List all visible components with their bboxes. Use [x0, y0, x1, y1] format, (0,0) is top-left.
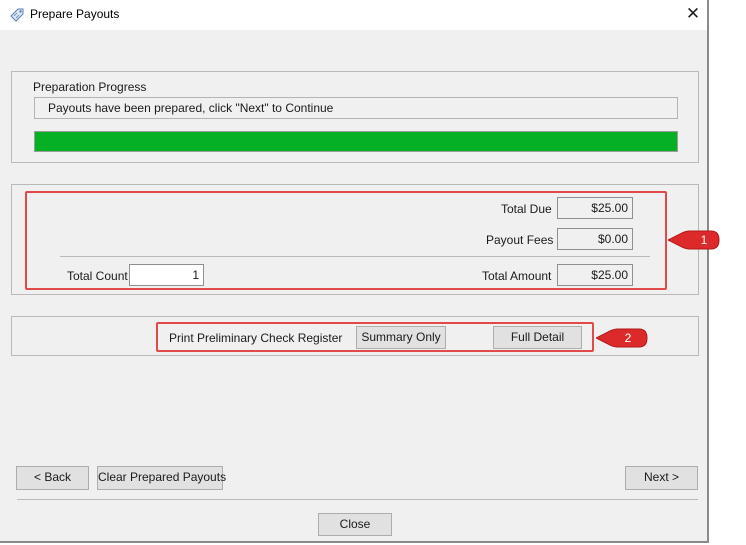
annotation-box-2: [156, 322, 594, 352]
clear-prepared-payouts-button[interactable]: Clear Prepared Payouts: [97, 466, 226, 490]
annotation-box-1: [25, 191, 667, 290]
progress-bar-fill: [35, 132, 677, 151]
annotation-number-2: 2: [624, 331, 632, 345]
tag-icon: [10, 8, 24, 22]
footer-divider: [17, 499, 698, 500]
progress-panel: Preparation Progress Payouts have been p…: [11, 71, 699, 163]
annotation-callout-1: [668, 230, 720, 250]
next-button[interactable]: Next >: [625, 466, 698, 490]
back-button[interactable]: < Back: [16, 466, 89, 490]
annotation-number-1: 1: [700, 233, 708, 247]
title-bar: Prepare Payouts ✕: [0, 0, 707, 30]
window-title: Prepare Payouts: [30, 7, 120, 21]
close-button[interactable]: Close: [318, 513, 392, 536]
progress-bar: [34, 131, 678, 152]
progress-message: Payouts have been prepared, click "Next"…: [34, 97, 678, 119]
progress-heading: Preparation Progress: [33, 80, 147, 94]
close-window-button[interactable]: ✕: [680, 2, 706, 26]
close-icon: ✕: [685, 4, 701, 23]
